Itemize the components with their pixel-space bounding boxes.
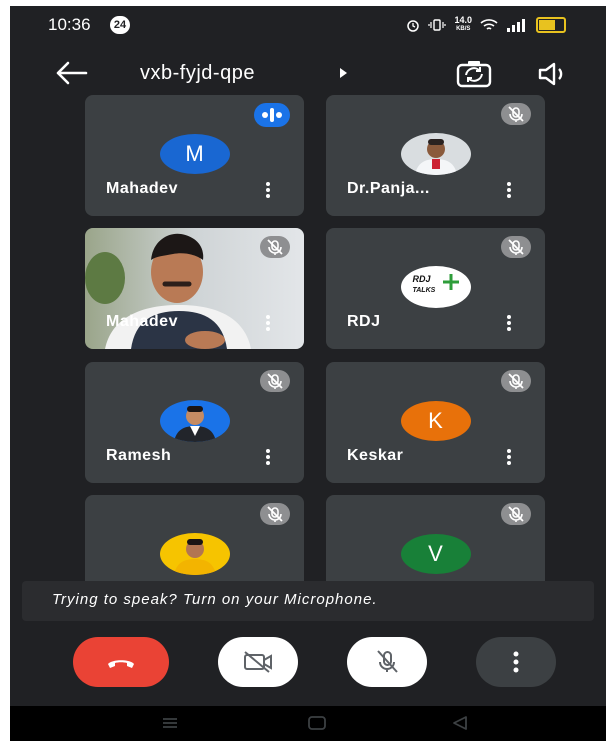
switch-camera-button[interactable]	[454, 58, 494, 90]
muted-icon	[260, 503, 290, 525]
participant-options-icon[interactable]	[505, 180, 513, 202]
end-call-icon	[108, 660, 134, 668]
end-call-button[interactable]	[73, 637, 169, 687]
back-button[interactable]	[52, 58, 92, 88]
avatar: K	[400, 401, 471, 441]
net-speed-unit: KB/S	[456, 26, 471, 32]
back-icon[interactable]	[450, 714, 470, 732]
participant-name: Ramesh	[106, 447, 172, 464]
meeting-top-bar: vxb-fyjd-qpe	[10, 46, 606, 100]
participant-name: Mahadev	[106, 313, 178, 330]
participant-name: RDJ	[347, 313, 381, 330]
rdj-talks-logo: RDJ TALKS	[400, 266, 471, 308]
participant-options-icon[interactable]	[505, 447, 513, 469]
status-bar: 10:36 24 14.0 KB/S	[10, 6, 606, 44]
audio-output-button[interactable]	[536, 58, 572, 90]
toggle-camera-button[interactable]	[218, 637, 298, 687]
muted-icon	[501, 370, 531, 392]
participant-options-icon[interactable]	[264, 447, 272, 469]
participant-tile[interactable]	[85, 495, 304, 581]
participant-tile[interactable]: V	[326, 495, 545, 581]
mic-off-icon	[377, 650, 398, 673]
status-time: 10:36	[48, 15, 91, 34]
muted-icon	[501, 236, 531, 258]
participant-name: Keskar	[347, 447, 404, 464]
signal-icon	[507, 19, 525, 32]
more-options-icon	[513, 651, 519, 673]
phone-screen: 10:36 24 14.0 KB/S vxb-fyjd-qpe M Mahade…	[10, 6, 606, 741]
participant-tile[interactable]: Mahadev	[85, 228, 304, 349]
status-icons: 14.0 KB/S	[406, 16, 566, 34]
alarm-icon	[407, 20, 420, 32]
participant-tile[interactable]: RDJ TALKS RDJ	[326, 228, 545, 349]
system-nav-bar	[10, 706, 606, 741]
muted-icon	[501, 503, 531, 525]
meeting-code[interactable]: vxb-fyjd-qpe	[140, 62, 255, 85]
battery-icon	[536, 17, 566, 33]
participant-tile[interactable]: Ramesh	[85, 362, 304, 483]
switch-camera-icon	[456, 61, 492, 88]
recents-icon[interactable]	[160, 714, 180, 732]
logo-line-2: TALKS	[412, 287, 436, 294]
wifi-icon	[480, 19, 498, 30]
avatar: M	[159, 134, 230, 174]
logo-line-1: RDJ	[412, 274, 431, 284]
muted-icon	[260, 370, 290, 392]
vibrate-icon	[428, 19, 447, 31]
avatar	[159, 533, 230, 575]
participant-tile[interactable]: M Mahadev	[85, 95, 304, 216]
net-speed-value: 14.0	[454, 15, 472, 25]
participant-tile[interactable]: K Keskar	[326, 362, 545, 483]
participant-options-icon[interactable]	[264, 180, 272, 202]
home-icon[interactable]	[306, 714, 328, 732]
muted-icon	[501, 103, 531, 125]
mic-hint-text: Trying to speak? Turn on your Microphone…	[52, 591, 378, 608]
muted-icon	[260, 236, 290, 258]
participant-options-icon[interactable]	[505, 313, 513, 335]
toggle-mic-button[interactable]	[347, 637, 427, 687]
avatar	[159, 400, 230, 442]
avatar: V	[400, 534, 471, 574]
back-arrow-icon	[56, 61, 88, 85]
speaker-icon	[538, 62, 563, 86]
avatar	[400, 133, 471, 175]
notification-badge: 24	[110, 16, 130, 34]
participant-tile[interactable]: Dr.Panja...	[326, 95, 545, 216]
participant-name: Mahadev	[106, 180, 178, 197]
speaking-indicator-icon	[254, 103, 290, 127]
meeting-details-arrow-icon[interactable]	[340, 68, 347, 78]
participant-options-icon[interactable]	[264, 313, 272, 335]
camera-off-icon	[244, 651, 272, 673]
mic-hint-banner[interactable]: Trying to speak? Turn on your Microphone…	[22, 581, 594, 621]
participant-name: Dr.Panja...	[347, 180, 430, 197]
net-speed: 14.0 KB/S	[454, 16, 472, 34]
more-options-button[interactable]	[476, 637, 556, 687]
